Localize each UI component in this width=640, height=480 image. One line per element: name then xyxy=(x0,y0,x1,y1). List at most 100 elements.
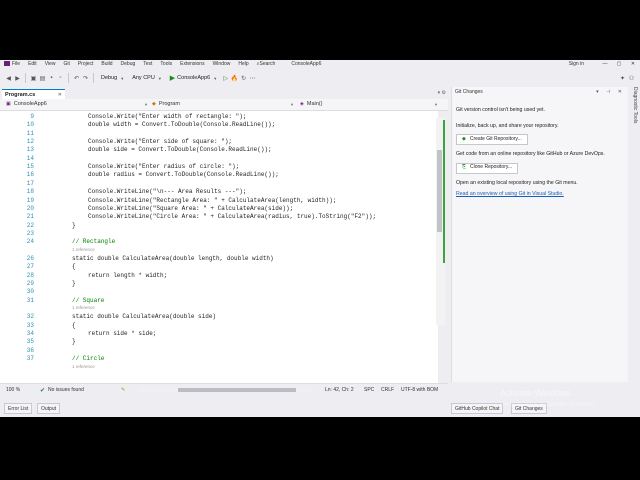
line-number: 32 xyxy=(26,313,34,321)
new-item-icon[interactable]: ▣ xyxy=(29,75,38,82)
run-target-label: ConsoleApp6 xyxy=(177,75,211,81)
clone-repository-button[interactable]: ⎘ Clone Repository... xyxy=(456,162,519,174)
menu-test[interactable]: Test xyxy=(143,61,152,67)
code-line: } xyxy=(72,280,76,287)
menu-extensions[interactable]: Extensions xyxy=(180,61,204,67)
codelens-reference[interactable]: 1 reference xyxy=(72,305,95,310)
menu-file[interactable]: File xyxy=(12,61,20,67)
back-icon[interactable]: ◀ xyxy=(4,75,13,82)
menu-help[interactable]: Help xyxy=(238,61,248,67)
forward-icon[interactable]: ▶ xyxy=(13,75,22,82)
save-icon[interactable]: ▪ xyxy=(47,75,56,81)
code-line: double width = Convert.ToDouble(Console.… xyxy=(88,121,276,129)
git-changes-panel: Git Changes ▾ ⊣ ✕ Git version control is… xyxy=(451,87,629,382)
scrollbar-thumb[interactable] xyxy=(437,150,442,232)
separator xyxy=(68,73,69,83)
menu-window[interactable]: Window xyxy=(213,61,231,67)
menu-edit[interactable]: Edit xyxy=(28,61,37,67)
csharp-project-icon: ▣ xyxy=(6,101,11,107)
horizontal-scrollbar-thumb[interactable] xyxy=(178,388,296,392)
editor-status-bar: 100 % ✔ No issues found ✎ Ln: 42, Ch: 2 … xyxy=(0,383,448,396)
issues-indicator[interactable]: ✔ No issues found xyxy=(40,387,84,394)
configuration-value: Debug xyxy=(101,75,118,81)
search-box[interactable]: ⌕ Search xyxy=(257,61,276,67)
copilot-icon[interactable]: ✦ xyxy=(618,75,627,82)
save-all-icon[interactable]: ▫ xyxy=(56,75,65,81)
method-icon: ◈ xyxy=(300,101,304,107)
code-line: Console.Write("Enter radius of circle: "… xyxy=(88,163,240,171)
menu-build[interactable]: Build xyxy=(101,61,112,67)
cursor-position[interactable]: Ln: 42, Ch: 2 xyxy=(325,387,354,393)
line-number: 15 xyxy=(26,163,34,171)
zoom-level[interactable]: 100 % xyxy=(6,387,20,393)
menu-git[interactable]: Git xyxy=(63,61,69,67)
start-without-debugging-icon[interactable]: ▷ xyxy=(221,75,230,82)
start-debugging-button[interactable]: ▶ ConsoleApp6 ▼ xyxy=(170,74,217,82)
chevron-down-icon: ▼ xyxy=(290,101,294,107)
vertical-scrollbar[interactable] xyxy=(436,118,445,325)
project-dropdown[interactable]: ▣ ConsoleApp6 ▼ xyxy=(6,101,148,107)
tab-output[interactable]: Output xyxy=(37,403,61,414)
code-line: return side * side; xyxy=(88,330,157,338)
hot-reload-icon[interactable]: 🔥 xyxy=(230,75,239,82)
project-name: ConsoleApp6 xyxy=(13,101,47,107)
class-name: Program xyxy=(158,101,180,107)
close-tab-icon[interactable]: ✕ xyxy=(58,92,62,98)
platform-value: Any CPU xyxy=(132,75,155,81)
undo-icon[interactable]: ↶ xyxy=(72,75,81,82)
open-icon[interactable]: ▤ xyxy=(38,75,47,82)
code-line: Console.WriteLine("\n--- Area Results --… xyxy=(88,188,247,196)
code-line: { xyxy=(72,263,76,271)
line-number: 21 xyxy=(26,213,34,221)
menu-debug[interactable]: Debug xyxy=(121,61,136,67)
line-number: 28 xyxy=(26,271,34,279)
maximize-icon[interactable]: ▢ xyxy=(612,61,626,67)
code-cleanup-icon[interactable]: ✎ xyxy=(121,387,125,393)
git-overview-link[interactable]: Read an overview of using Git in Visual … xyxy=(456,191,621,199)
line-number: 26 xyxy=(26,254,34,262)
codelens-reference[interactable]: 1 reference xyxy=(72,247,95,252)
code-line: } xyxy=(72,338,76,346)
class-icon: ◆ xyxy=(152,101,156,107)
line-number: 24 xyxy=(26,238,34,246)
git-repo-icon: ◆ xyxy=(462,135,466,142)
line-number: 23 xyxy=(26,229,34,237)
tab-overflow-icon[interactable]: ▾ ⚙ xyxy=(438,90,446,96)
diagnostic-tools-tab[interactable]: Diagnostic Tools xyxy=(632,87,638,123)
live-share-icon[interactable]: ⚇ xyxy=(627,75,636,82)
menu-project[interactable]: Project xyxy=(78,61,94,67)
close-window-icon[interactable]: ✕ xyxy=(626,61,640,67)
line-number: 16 xyxy=(26,171,34,179)
menu-view[interactable]: View xyxy=(45,61,56,67)
tab-error-list[interactable]: Error List xyxy=(4,403,33,414)
horizontal-scrollbar[interactable] xyxy=(138,388,313,392)
create-git-repository-button[interactable]: ◆ Create Git Repository... xyxy=(456,134,528,145)
git-panel-title: Git Changes xyxy=(455,89,483,95)
whitespace-mode[interactable]: SPC xyxy=(364,387,374,393)
line-number: 35 xyxy=(26,338,34,346)
git-open-text: Open an existing local repository using … xyxy=(456,179,578,186)
line-number: 37 xyxy=(26,355,34,363)
code-editor[interactable]: 9 Console.Write("Enter width of rectangle… xyxy=(0,111,438,383)
platform-dropdown[interactable]: Any CPU ▼ xyxy=(132,75,162,81)
redo-icon[interactable]: ↷ xyxy=(81,75,90,82)
chevron-down-icon: ▼ xyxy=(157,75,162,81)
minimize-icon[interactable]: — xyxy=(598,61,612,67)
refresh-icon[interactable]: ↻ xyxy=(239,75,248,82)
tab-program-cs[interactable]: Program.cs ✕ xyxy=(2,89,65,99)
line-number: 31 xyxy=(26,296,34,304)
toolbar-overflow-icon[interactable]: ⋯ xyxy=(248,75,257,82)
member-dropdown[interactable]: ◈ Main() ▼ xyxy=(300,101,438,107)
menu-tools[interactable]: Tools xyxy=(160,61,172,67)
file-encoding[interactable]: UTF-8 with BOM xyxy=(401,387,438,393)
codelens-reference[interactable]: 1 reference xyxy=(72,364,95,369)
tab-copilot-chat[interactable]: GitHub Copilot Chat xyxy=(451,403,504,414)
sign-in-link[interactable]: Sign in xyxy=(569,61,584,67)
clone-icon: ⎘ xyxy=(462,164,467,171)
class-dropdown[interactable]: ◆ Program ▼ xyxy=(152,101,294,107)
line-number: 20 xyxy=(26,204,34,212)
panel-controls-icon[interactable]: ▾ ⊣ ✕ xyxy=(596,89,625,95)
configuration-dropdown[interactable]: Debug ▼ xyxy=(101,75,124,81)
code-line: Console.WriteLine("Square Area: " + Calc… xyxy=(88,204,294,212)
line-ending[interactable]: CRLF xyxy=(381,387,394,393)
